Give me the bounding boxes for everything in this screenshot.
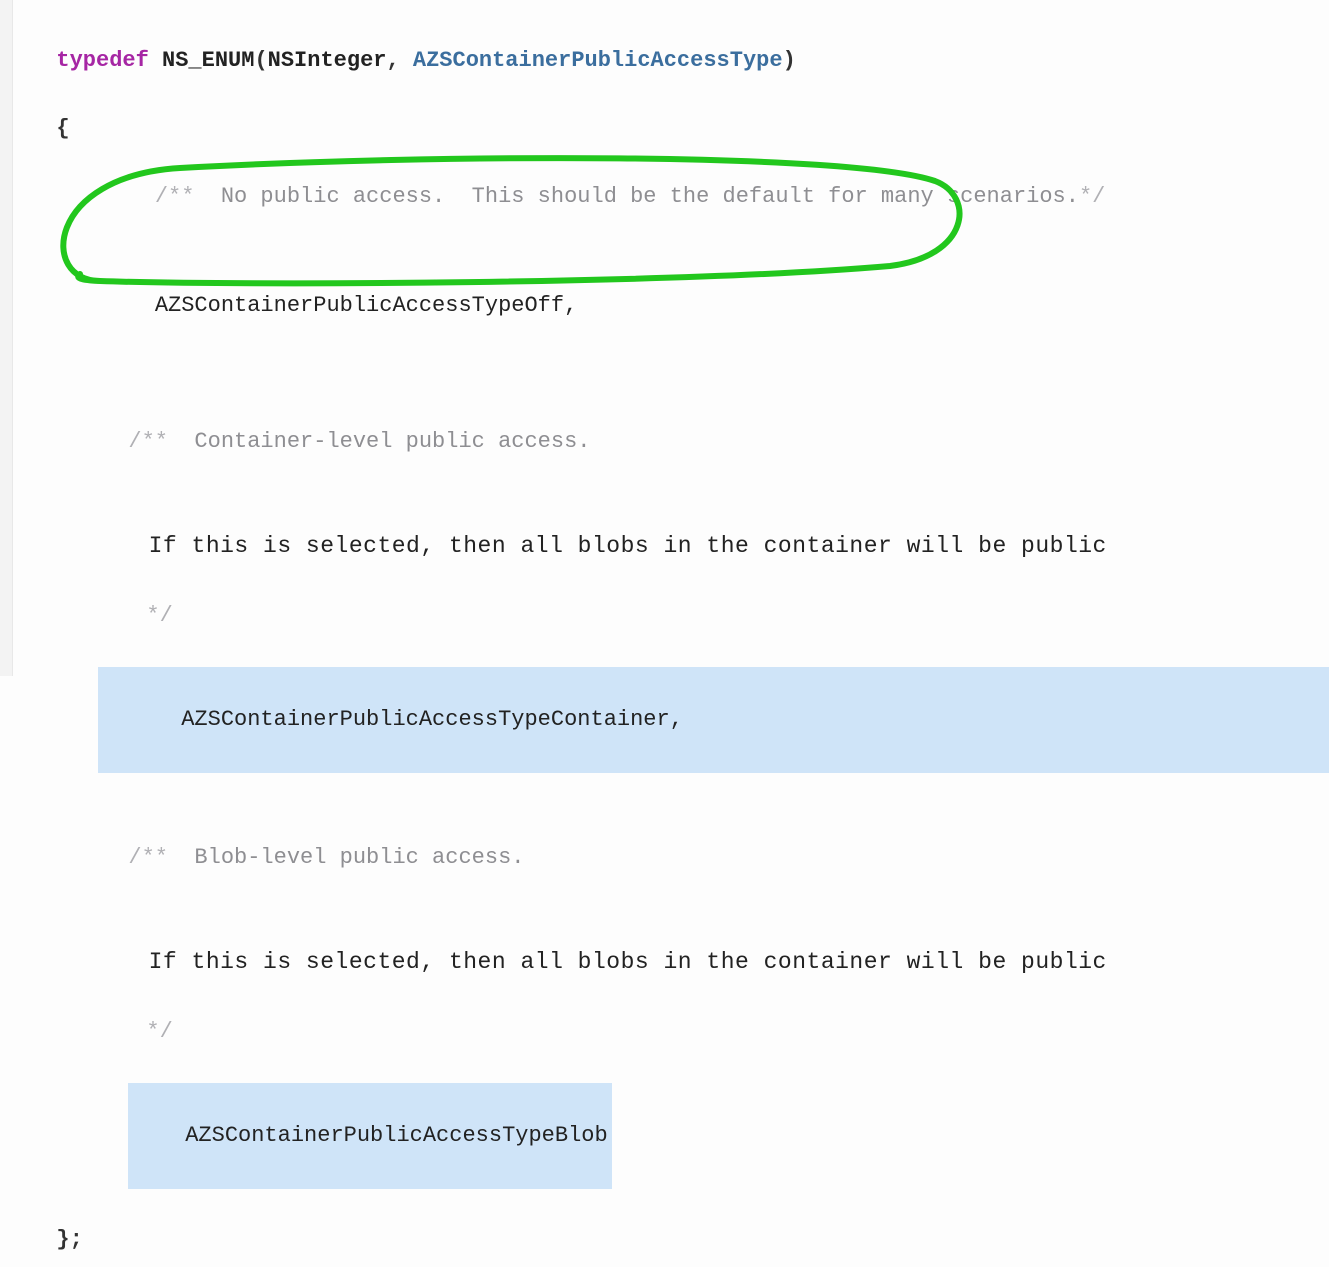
code-line-enum-container[interactable]: AZSContainerPublicAccessTypeContainer, <box>30 633 1329 773</box>
enum-value-container: AZSContainerPublicAccessTypeContainer, <box>181 707 683 732</box>
type-nsinteger: NSInteger <box>268 48 387 73</box>
comment-title-container: Container-level public access. <box>168 429 590 454</box>
comma: , <box>386 48 412 73</box>
code-line-brace-close[interactable]: }; <box>30 1189 1329 1257</box>
line-gutter <box>0 0 13 676</box>
code-line-comment-container-close[interactable]: */ <box>30 564 1329 632</box>
paren-close: ) <box>783 48 796 73</box>
comment-title-blob: Blob-level public access. <box>168 845 524 870</box>
blank-line <box>30 357 1329 391</box>
keyword-typedef: typedef <box>56 48 148 73</box>
comment-close: */ <box>146 1019 172 1044</box>
type-enum-name: AZSContainerPublicAccessType <box>413 48 783 73</box>
selection-highlight: AZSContainerPublicAccessTypeBlob <box>128 1083 611 1189</box>
enum-value-off: AZSContainerPublicAccessTypeOff, <box>155 293 577 318</box>
comment-open: /** <box>155 184 195 209</box>
code-line-enum-off[interactable]: AZSContainerPublicAccessTypeOff, <box>30 249 1329 357</box>
code-line-comment-off[interactable]: /** No public access. This should be the… <box>30 146 1329 248</box>
comment-text-off: No public access. This should be the def… <box>194 184 1079 209</box>
brace-close: }; <box>56 1227 82 1252</box>
code-line-comment-container-title[interactable]: /** Container-level public access. <box>30 391 1329 459</box>
annotated-block: /** No public access. This should be the… <box>30 146 1329 391</box>
comment-body-container: If this is selected, then all blobs in t… <box>149 533 1107 559</box>
code-line-comment-blob-title[interactable]: /** Blob-level public access. <box>30 807 1329 875</box>
blank-line <box>30 773 1329 807</box>
comment-close: */ <box>146 603 172 628</box>
blank-line <box>30 459 1329 493</box>
paren-open: ( <box>254 48 267 73</box>
brace-open: { <box>56 116 69 141</box>
code-line-comment-blob-body[interactable]: If this is selected, then all blobs in t… <box>30 909 1329 980</box>
code-line-comment-blob-close[interactable]: */ <box>30 980 1329 1048</box>
selection-highlight: AZSContainerPublicAccessTypeContainer, <box>98 667 1329 773</box>
comment-open: /** <box>128 429 168 454</box>
identifier-ns-enum: NS_ENUM <box>162 48 254 73</box>
code-line-comment-container-body[interactable]: If this is selected, then all blobs in t… <box>30 493 1329 564</box>
code-line-typedef[interactable]: typedef NS_ENUM(NSInteger, AZSContainerP… <box>30 10 1329 78</box>
comment-close: */ <box>1079 184 1105 209</box>
code-line-enum-blob[interactable]: AZSContainerPublicAccessTypeBlob <box>30 1049 1329 1189</box>
code-line-brace-open[interactable]: { <box>30 78 1329 146</box>
comment-open: /** <box>128 845 168 870</box>
blank-line <box>30 875 1329 909</box>
comment-body-blob: If this is selected, then all blobs in t… <box>149 949 1107 975</box>
enum-value-blob: AZSContainerPublicAccessTypeBlob <box>185 1123 607 1148</box>
